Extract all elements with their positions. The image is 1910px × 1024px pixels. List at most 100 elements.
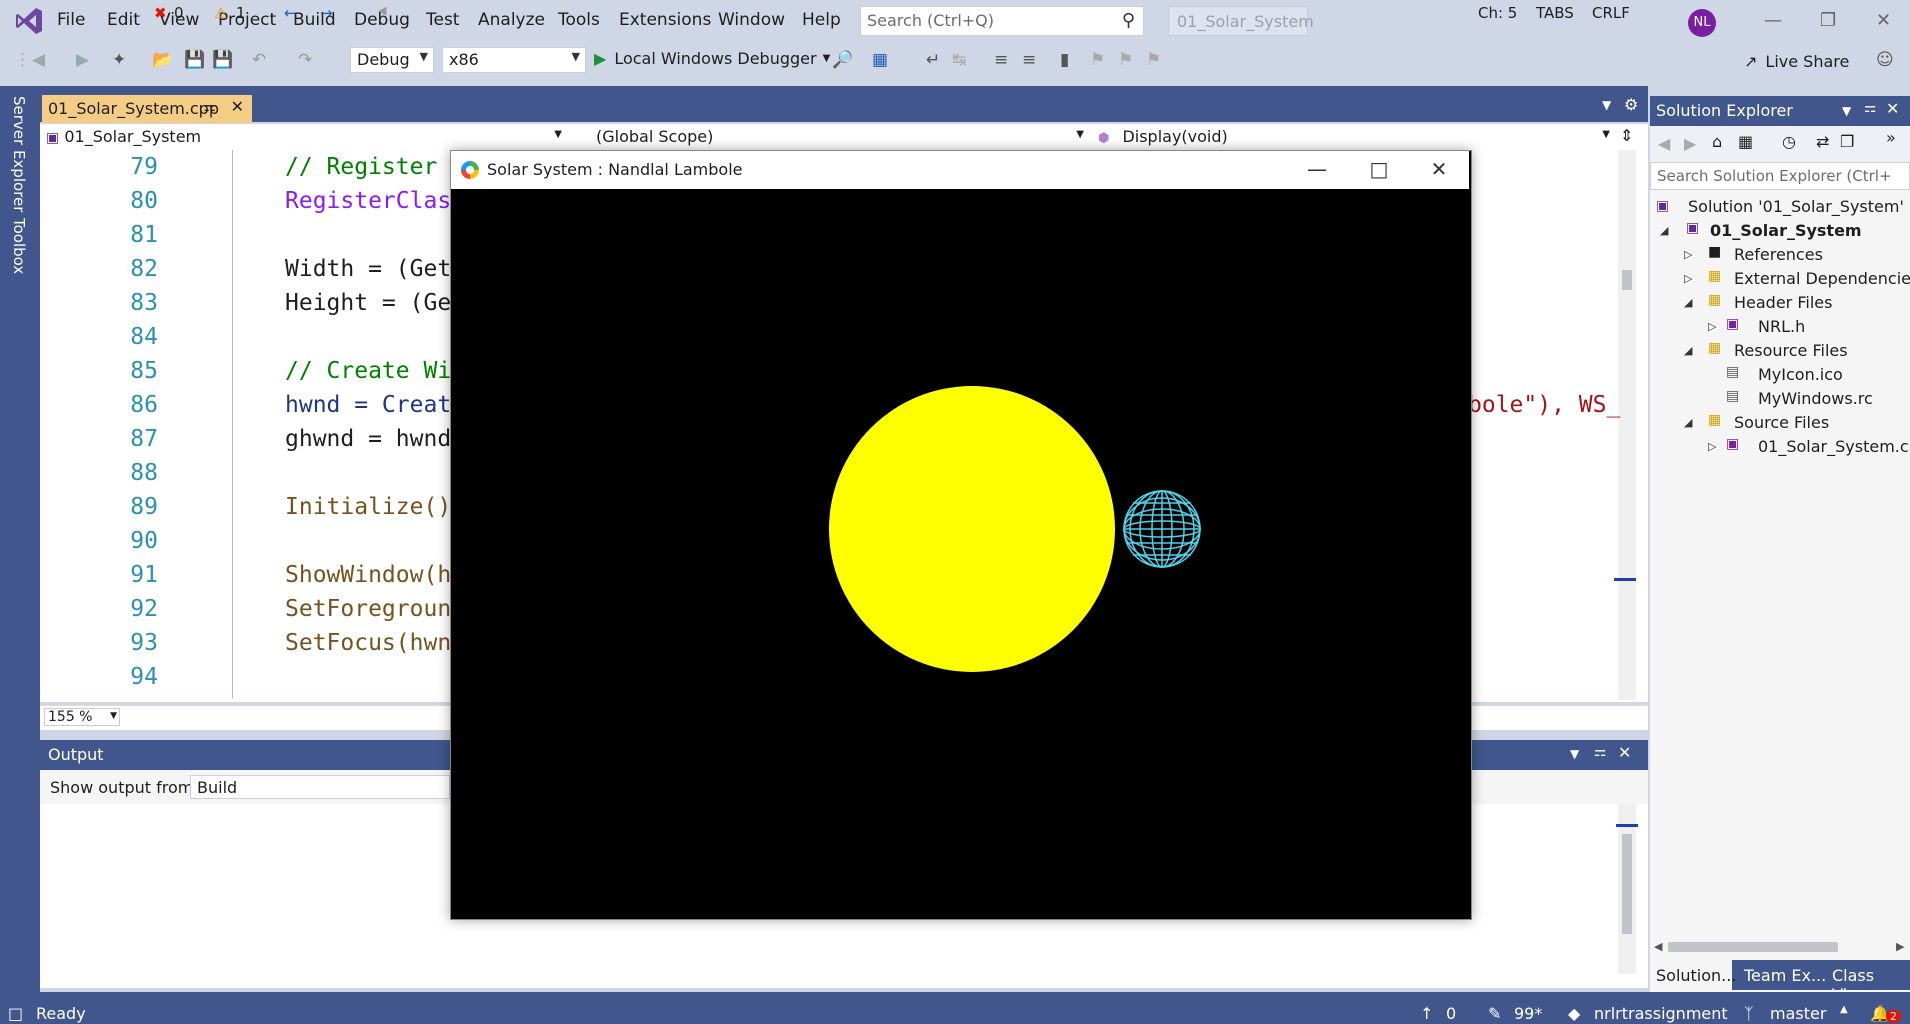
clear-bookmarks-icon[interactable]: ⚑ <box>1146 50 1161 70</box>
solution-platform-select[interactable]: x86 ▼ <box>442 47 586 73</box>
resource-file-rc[interactable]: MyWindows.rc <box>1758 389 1873 408</box>
settings-gear-icon[interactable]: ⚙ <box>1624 95 1638 114</box>
project-node[interactable]: 01_Solar_System <box>1710 221 1862 240</box>
collapsed-arrow-icon[interactable]: ▷ <box>1708 320 1716 333</box>
tab-solution-explorer[interactable]: Solution... <box>1650 960 1736 990</box>
back-icon[interactable]: ◀ <box>1658 134 1670 153</box>
solution-configuration-select[interactable]: Debug ▼ <box>350 47 434 73</box>
menu-extensions[interactable]: Extensions <box>619 10 711 30</box>
repository-icon[interactable]: ◆ <box>1568 1004 1580 1023</box>
browser-icon[interactable]: ▦ <box>872 50 888 70</box>
maximize-icon[interactable]: □ <box>1359 157 1399 181</box>
header-files-node[interactable]: Header Files <box>1734 293 1832 312</box>
restore-icon[interactable]: ❐ <box>1820 10 1836 31</box>
forward-icon[interactable]: ▶ <box>1684 134 1696 153</box>
collapse-all-icon[interactable]: ❐ <box>1840 132 1854 151</box>
search-input[interactable]: Search (Ctrl+Q) ⚲ <box>860 6 1144 36</box>
menu-test[interactable]: Test <box>426 10 459 30</box>
step-into-icon[interactable]: ↵ <box>926 50 940 70</box>
start-debugging-button[interactable]: ▶ Local Windows Debugger ▼ <box>594 49 830 68</box>
menu-edit[interactable]: Edit <box>107 10 140 30</box>
open-file-icon[interactable]: 📂 <box>152 50 173 70</box>
navigate-forward-icon[interactable]: ▶ <box>76 50 89 70</box>
warning-icon[interactable]: ⚠ <box>214 4 227 22</box>
home-icon[interactable]: ⌂ <box>1712 132 1722 151</box>
redo-icon[interactable]: ↷ <box>298 50 312 70</box>
project-nav-select[interactable]: ▣ 01_Solar_System ▼ <box>46 127 562 149</box>
pending-changes-icon[interactable]: ◷ <box>1782 132 1796 151</box>
scrollbar-thumb[interactable] <box>1622 834 1632 934</box>
scope-nav-select[interactable]: (Global Scope) ▼ <box>596 127 1084 149</box>
branch-icon[interactable]: ᛉ <box>1744 1004 1754 1023</box>
zoom-select[interactable]: 155 % ▼ <box>44 708 120 726</box>
sync-icon[interactable]: ⇄ <box>1816 132 1829 151</box>
external-dependencies-node[interactable]: External Dependencies <box>1734 269 1910 288</box>
output-source-select[interactable]: Build <box>190 775 450 799</box>
expanded-arrow-icon[interactable]: ◢ <box>1684 296 1692 309</box>
resource-file-icon[interactable]: MyIcon.ico <box>1758 365 1843 384</box>
pin-icon[interactable]: ⚎ <box>1864 100 1877 116</box>
references-node[interactable]: References <box>1734 245 1823 264</box>
avatar[interactable]: NL <box>1688 9 1716 37</box>
split-editor-icon[interactable]: ⇕ <box>1620 126 1633 145</box>
tab-solar-system-cpp[interactable]: 01_Solar_System.cpp ⚎ ✕ <box>42 95 252 123</box>
server-explorer-tab[interactable]: Server Explorer <box>10 96 28 212</box>
error-icon[interactable]: ✖ <box>154 4 167 22</box>
next-bookmark-icon[interactable]: ⚑ <box>1118 50 1133 70</box>
header-file-nrl[interactable]: NRL.h <box>1758 317 1805 336</box>
expanded-arrow-icon[interactable]: ◢ <box>1660 224 1668 237</box>
indent-icon[interactable]: ≡ <box>1022 50 1036 70</box>
source-files-node[interactable]: Source Files <box>1734 413 1829 432</box>
solution-node[interactable]: Solution '01_Solar_System' (1 o <box>1688 197 1910 216</box>
minimize-icon[interactable]: — <box>1297 157 1337 181</box>
resource-files-node[interactable]: Resource Files <box>1734 341 1848 360</box>
collapsed-arrow-icon[interactable]: ▷ <box>1708 440 1716 453</box>
tab-dropdown-icon[interactable]: ▼ <box>1602 98 1611 112</box>
line-ending[interactable]: CRLF <box>1592 4 1630 22</box>
undo-icon[interactable]: ↶ <box>252 50 266 70</box>
chevron-down-icon[interactable]: ▼ <box>1570 747 1579 761</box>
chevron-down-icon[interactable]: ▼ <box>1842 104 1851 118</box>
new-project-icon[interactable]: ✦ <box>112 50 126 70</box>
pending-changes-count[interactable]: 99* <box>1514 1004 1542 1023</box>
minimize-icon[interactable]: — <box>1764 10 1782 31</box>
chevron-up-icon[interactable]: ▲ <box>1840 1004 1848 1015</box>
scroll-left-icon[interactable]: ◀ <box>378 4 386 17</box>
source-file-cpp[interactable]: 01_Solar_System.cpp <box>1758 437 1910 456</box>
feedback-icon[interactable]: ☺ <box>1876 50 1894 70</box>
navigate-back-icon[interactable]: ◀ <box>32 50 45 70</box>
switch-views-icon[interactable]: ▦ <box>1738 132 1753 151</box>
output-vertical-scrollbar[interactable] <box>1616 804 1638 974</box>
opengl-canvas[interactable] <box>451 189 1469 917</box>
app-title-bar[interactable]: Solar System : Nandlal Lambole — □ ✕ <box>451 151 1469 189</box>
scroll-right-icon[interactable]: ▶ <box>1896 940 1904 953</box>
expanded-arrow-icon[interactable]: ◢ <box>1684 344 1692 357</box>
solution-explorer-horizontal-scrollbar[interactable] <box>1668 942 1838 952</box>
menu-tools[interactable]: Tools <box>558 10 600 30</box>
overflow-icon[interactable]: » <box>1886 128 1896 147</box>
step-over-icon[interactable]: ↹ <box>952 50 966 70</box>
prev-bookmark-icon[interactable]: ⚑ <box>1090 50 1105 70</box>
member-nav-select[interactable]: ⬢ Display(void) ▼ <box>1098 127 1610 149</box>
scroll-left-icon[interactable]: ◀ <box>1654 940 1662 953</box>
close-tab-icon[interactable]: ✕ <box>231 97 244 116</box>
expanded-arrow-icon[interactable]: ◢ <box>1684 416 1692 429</box>
save-icon[interactable]: 💾 <box>184 50 205 70</box>
menu-help[interactable]: Help <box>802 10 841 30</box>
scrollbar-thumb[interactable] <box>1622 270 1632 290</box>
menu-analyze[interactable]: Analyze <box>478 10 545 30</box>
bookmark-icon[interactable]: ▮ <box>1060 50 1069 70</box>
close-icon[interactable]: ✕ <box>1618 743 1631 762</box>
close-icon[interactable]: ✕ <box>1886 99 1899 118</box>
pin-icon[interactable]: ⚎ <box>203 99 216 115</box>
save-all-icon[interactable]: 💾 <box>212 50 233 70</box>
next-issue-icon[interactable]: → <box>320 4 333 22</box>
toolbox-tab[interactable]: Toolbox <box>10 218 28 274</box>
repository-name[interactable]: nrlrtrassignment <box>1594 1004 1728 1023</box>
pin-icon[interactable]: ⚎ <box>1594 744 1607 760</box>
live-share-button[interactable]: ↗ Live Share <box>1744 52 1849 71</box>
pencil-icon[interactable]: ✎ <box>1488 1004 1501 1023</box>
previous-issue-icon[interactable]: ← <box>284 4 297 22</box>
close-icon[interactable]: ✕ <box>1876 10 1891 31</box>
branch-name[interactable]: master <box>1770 1004 1826 1023</box>
